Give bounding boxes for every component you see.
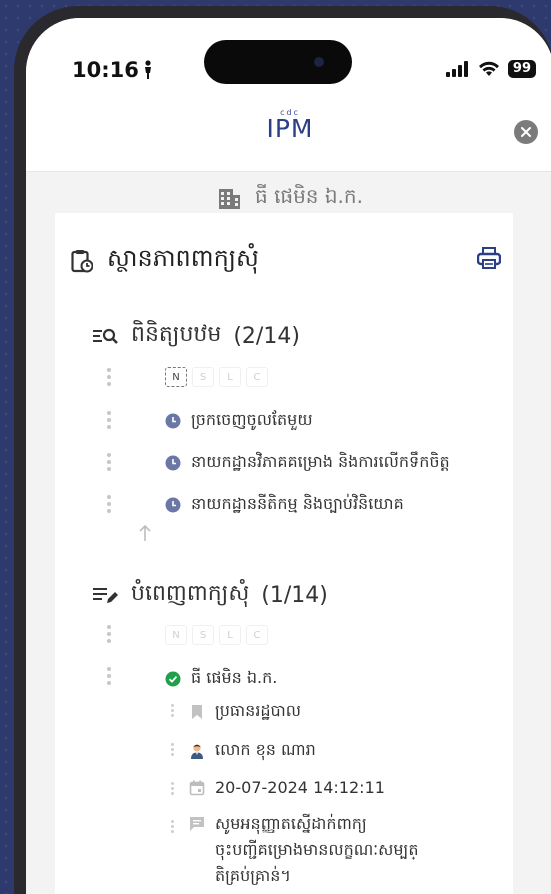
comment-icon (190, 817, 204, 831)
chip-c[interactable]: C (246, 367, 268, 387)
section-progress: (2/14) (233, 323, 300, 349)
message-line: តិគ្រប់គ្រាន់។ (215, 866, 291, 885)
list-edit-icon (93, 588, 118, 603)
ipm-logo: cdc IPM (266, 108, 313, 141)
sub-dots (171, 820, 175, 835)
sub-dots (171, 743, 175, 758)
list-item: នាយកដ្ឋានវិភាគគម្រោង និងការលើកទឹកចិត្ត (165, 451, 450, 475)
chip-c[interactable]: C (246, 625, 268, 645)
entry-person-name: លោក ខុន ណារា (215, 740, 316, 759)
battery-indicator: 99 (507, 60, 536, 78)
entry-message: សូមអនុញ្ញាតស្នើដាក់ពាក្យ ចុះបញ្ជីគម្រោងម… (189, 811, 418, 889)
clock-icon (165, 455, 181, 471)
status-icons: 99 (445, 60, 536, 78)
entry-role: ប្រធានរដ្ឋបាល (189, 700, 301, 724)
section-title: ពិនិត្យបឋម (131, 322, 222, 347)
entry-datetime: 20-07-2024 14:12:11 (189, 778, 385, 797)
timeline-dots (107, 368, 111, 389)
sub-dots (171, 704, 175, 719)
status-chips: N S L C (165, 367, 268, 387)
camera-dot (314, 57, 324, 67)
status-chips: N S L C (165, 625, 268, 645)
section-initial-review: ពិនិត្យបឋម (2/14) (93, 320, 300, 352)
timeline-dots (107, 625, 111, 646)
entry-person: លោក ខុន ណារា (189, 739, 316, 763)
wifi-icon (478, 61, 499, 76)
person-avatar-icon (191, 744, 203, 759)
item-label: នាយកដ្ឋាននីតិកម្ម និងច្បាប់វិនិយោគ (191, 494, 404, 513)
printer-icon (476, 247, 502, 269)
clock-icon (165, 497, 181, 513)
status-bar: 10:16 99 (26, 18, 551, 110)
list-item: ច្រកចេញចូលតែមួយ (165, 409, 313, 433)
close-icon (521, 127, 531, 137)
chip-l[interactable]: L (219, 367, 241, 387)
message-line: ចុះបញ្ជីគម្រោងមានលក្ខណៈសម្បត្ (215, 840, 419, 859)
arrow-up-icon[interactable] (138, 524, 152, 542)
timeline-dots (107, 453, 111, 474)
phone-screen: 10:16 99 cdc IPM ធី ផេមិន ឯ.ក. ស្ថានភាពព… (26, 18, 551, 894)
chip-n[interactable]: N (165, 367, 187, 387)
dynamic-island (204, 40, 352, 84)
section-progress: (1/14) (261, 582, 328, 608)
message-line: សូមអនុញ្ញាតស្នើដាក់ពាក្យ (215, 814, 367, 833)
chip-s[interactable]: S (192, 625, 214, 645)
status-time: 10:16 (72, 58, 153, 82)
time-text: 10:16 (72, 58, 139, 82)
chip-n[interactable]: N (165, 625, 187, 645)
signal-icon (445, 61, 468, 77)
close-button[interactable] (514, 120, 538, 144)
logo-text: IPM (266, 114, 314, 143)
item-label: នាយកដ្ឋានវិភាគគម្រោង និងការលើកទឹកចិត្ត (191, 452, 450, 471)
clipboard-clock-icon (71, 249, 93, 272)
bookmark-icon (192, 705, 202, 719)
check-circle-icon (165, 671, 181, 687)
building-icon (219, 189, 241, 209)
entry-company-name: ធី ផេមិន ឯ.ក. (191, 668, 278, 687)
phone-frame: 10:16 99 cdc IPM ធី ផេមិន ឯ.ក. ស្ថានភាពព… (14, 6, 551, 894)
entry-role-text: ប្រធានរដ្ឋបាល (215, 701, 302, 720)
app-header: cdc IPM (26, 108, 551, 172)
timeline-dots (107, 495, 111, 516)
clock-icon (165, 413, 181, 429)
section-title: បំពេញពាក្យសុំ (131, 581, 250, 606)
timeline-dots (107, 667, 111, 688)
print-button[interactable] (476, 247, 502, 273)
person-icon (144, 60, 151, 79)
entry-message-text: សូមអនុញ្ញាតស្នើដាក់ពាក្យ ចុះបញ្ជីគម្រោងម… (215, 811, 418, 889)
status-card: ស្ថានភាពពាក្យសុំ ពិនិត្យបឋម (2/14) N S L… (55, 213, 513, 894)
card-title: ស្ថានភាពពាក្យសុំ (71, 243, 259, 278)
chip-s[interactable]: S (192, 367, 214, 387)
section-fill-application: បំពេញពាក្យសុំ (1/14) (93, 579, 328, 611)
card-title-text: ស្ថានភាពពាក្យសុំ (107, 244, 259, 272)
calendar-icon (189, 780, 205, 795)
entry-datetime-text: 20-07-2024 14:12:11 (215, 778, 385, 797)
list-search-icon (93, 328, 118, 344)
timeline-dots (107, 411, 111, 432)
company-name: ធី ផេមិន ឯ.ក. (255, 184, 363, 208)
chip-l[interactable]: L (219, 625, 241, 645)
sub-dots (171, 782, 175, 797)
list-item: នាយកដ្ឋាននីតិកម្ម និងច្បាប់វិនិយោគ (165, 493, 404, 517)
item-label: ច្រកចេញចូលតែមួយ (191, 410, 313, 429)
entry-company: ធី ផេមិន ឯ.ក. (165, 667, 277, 691)
